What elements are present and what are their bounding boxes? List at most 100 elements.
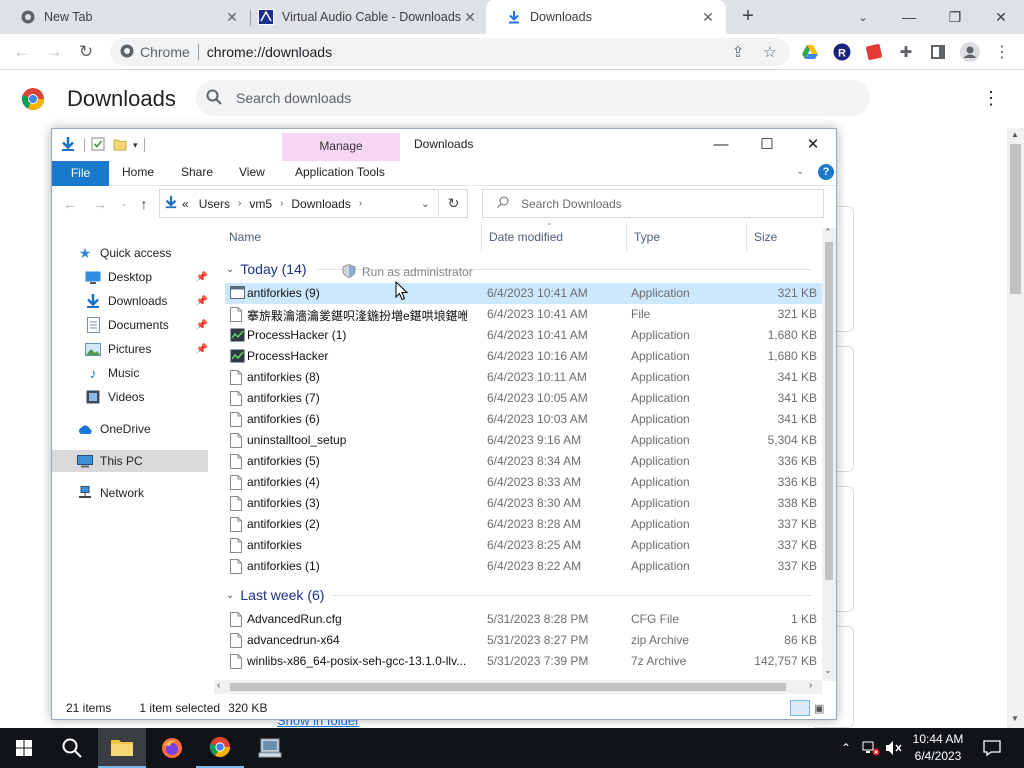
notifications-icon[interactable]	[980, 728, 1004, 768]
recent-locations-icon[interactable]: ⌄	[114, 198, 134, 209]
address-bar[interactable]: Chrome chrome://downloads	[110, 38, 790, 66]
large-icons-view-icon[interactable]: ▣	[814, 702, 824, 715]
nav-network[interactable]: Network	[76, 482, 216, 504]
minimize-button[interactable]: —	[698, 129, 744, 159]
show-hidden-icons-icon[interactable]: ⌃	[838, 728, 854, 768]
nav-desktop[interactable]: Desktop 📌	[84, 266, 208, 288]
column-header-date[interactable]: Date modified ⌄	[482, 222, 627, 252]
nav-videos[interactable]: Videos	[84, 386, 208, 408]
downloads-search-input[interactable]: Search downloads	[196, 80, 870, 116]
file-row[interactable]: antiforkies (8) 6/4/2023 10:11 AM Applicat…	[225, 367, 822, 388]
chrome-menu-icon[interactable]: ⋮	[992, 42, 1012, 62]
pin-icon[interactable]: 📌	[196, 272, 208, 283]
scroll-down-icon[interactable]: ▼	[1011, 714, 1019, 723]
firefox-icon[interactable]	[148, 728, 196, 768]
new-tab-button[interactable]: +	[738, 6, 758, 27]
tab-new-tab[interactable]: New Tab ✕	[0, 0, 250, 34]
extension-red-icon[interactable]	[864, 42, 884, 62]
file-row[interactable]: 搴旂敤瀹濇瀹夎鍖呮湰鍦扮増e鍖哄埌鍖咃 6/4/2023 10:41 AM File…	[225, 304, 822, 325]
breadcrumb-overflow[interactable]: «	[182, 197, 189, 211]
refresh-button[interactable]: ↻	[440, 189, 468, 218]
breadcrumb-vm5[interactable]: vm5	[249, 197, 272, 211]
back-button[interactable]: ←	[10, 40, 34, 64]
file-row[interactable]: antiforkies (1) 6/4/2023 8:22 AM Applicati…	[225, 556, 822, 577]
system-clock[interactable]: 10:44 AM 6/4/2023	[904, 731, 972, 765]
file-row[interactable]: antiforkies (4) 6/4/2023 8:33 AM Applicati…	[225, 472, 822, 493]
chevron-right-icon[interactable]: ›	[238, 198, 241, 209]
nav-documents[interactable]: Documents 📌	[84, 314, 208, 336]
breadcrumb[interactable]: « Users › vm5 › Downloads › ⌄	[159, 189, 439, 218]
chrome-taskbar-icon[interactable]	[196, 728, 244, 768]
file-row[interactable]: ProcessHacker (1) 6/4/2023 10:41 AM Applic…	[225, 325, 822, 346]
chevron-right-icon[interactable]: ›	[280, 198, 283, 209]
google-drive-icon[interactable]	[800, 42, 820, 62]
nav-this-pc[interactable]: This PC	[52, 450, 208, 472]
breadcrumb-downloads[interactable]: Downloads	[291, 197, 350, 211]
close-icon[interactable]: ✕	[700, 9, 716, 25]
tab-application-tools[interactable]: Application Tools	[295, 165, 385, 179]
scroll-down-icon[interactable]: ⌄	[824, 665, 832, 676]
nav-quick-access[interactable]: ★ Quick access	[76, 242, 216, 264]
side-panel-icon[interactable]	[928, 42, 948, 62]
file-row[interactable]: antiforkies (9) 6/4/2023 10:41 AM Applicat…	[225, 283, 822, 304]
network-manager-taskbar-icon[interactable]	[246, 728, 294, 768]
extensions-puzzle-icon[interactable]: ✚	[896, 42, 916, 62]
chevron-right-icon[interactable]: ›	[359, 198, 362, 209]
new-folder-icon[interactable]	[113, 137, 127, 154]
group-header-today[interactable]: ⌄ Today (14)	[222, 258, 822, 280]
scroll-right-icon[interactable]: ›	[809, 680, 812, 691]
nav-music[interactable]: ♪ Music	[84, 362, 208, 384]
column-header-size[interactable]: Size	[747, 222, 822, 252]
more-options-icon[interactable]: ⋮	[982, 88, 1000, 108]
file-row[interactable]: AdvancedRun.cfg 5/31/2023 8:28 PM CFG File…	[225, 609, 822, 630]
customize-qa-icon[interactable]: ▾	[133, 140, 138, 151]
properties-icon[interactable]	[91, 137, 105, 154]
file-row[interactable]: antiforkies 6/4/2023 8:25 AM Application 33…	[225, 535, 822, 556]
search-icon[interactable]	[48, 728, 96, 768]
column-header-type[interactable]: Type	[627, 222, 747, 252]
pin-icon[interactable]: 📌	[196, 296, 208, 307]
chevron-down-icon[interactable]: ⌄	[421, 197, 430, 210]
forward-button[interactable]: →	[42, 40, 66, 64]
file-row[interactable]: antiforkies (5) 6/4/2023 8:34 AM Applicati…	[225, 451, 822, 472]
scroll-left-icon[interactable]: ‹	[217, 680, 220, 691]
nav-onedrive[interactable]: OneDrive	[76, 418, 216, 440]
tab-virtual-audio-cable[interactable]: Virtual Audio Cable - Downloads ✕	[238, 0, 488, 34]
tab-home[interactable]: Home	[122, 165, 154, 179]
nav-downloads[interactable]: Downloads 📌	[84, 290, 208, 312]
scrollbar-thumb[interactable]	[230, 683, 786, 691]
restore-button[interactable]: ❐	[932, 0, 978, 34]
forward-button[interactable]: →	[90, 196, 110, 212]
start-button[interactable]	[0, 728, 48, 768]
tab-search-icon[interactable]: ⌄	[840, 0, 886, 34]
nav-pictures[interactable]: Pictures 📌	[84, 338, 208, 360]
scroll-up-icon[interactable]: ⌃	[824, 227, 832, 238]
file-row[interactable]: advancedrun-x64 5/31/2023 8:27 PM zip Arch…	[225, 630, 822, 651]
close-icon[interactable]: ✕	[462, 9, 478, 25]
scrollbar-thumb[interactable]	[825, 242, 833, 580]
bookmark-star-icon[interactable]: ☆	[760, 42, 780, 62]
close-button[interactable]: ✕	[790, 129, 836, 159]
profile-avatar-icon[interactable]	[960, 42, 980, 62]
page-scrollbar[interactable]: ▲ ▼	[1007, 128, 1024, 728]
share-icon[interactable]: ⇪	[728, 42, 748, 62]
up-button[interactable]: ↑	[134, 196, 154, 212]
search-input[interactable]: Search Downloads	[482, 189, 824, 218]
extension-r-icon[interactable]: R	[832, 42, 852, 62]
pin-icon[interactable]: 📌	[196, 344, 208, 355]
tab-share[interactable]: Share	[181, 165, 213, 179]
file-row[interactable]: ProcessHacker 6/4/2023 10:16 AM Applicatio…	[225, 346, 822, 367]
breadcrumb-users[interactable]: Users	[199, 197, 230, 211]
file-list-horizontal-scrollbar[interactable]: ‹ ›	[214, 680, 822, 694]
group-header-last-week[interactable]: ⌄ Last week (6)	[222, 584, 822, 606]
file-row[interactable]: antiforkies (6) 6/4/2023 10:03 AM Applicat…	[225, 409, 822, 430]
help-icon[interactable]: ?	[818, 164, 834, 180]
expand-ribbon-icon[interactable]: ⌄	[796, 166, 804, 177]
file-row[interactable]: winlibs-x86_64-posix-seh-gcc-13.1.0-llv.…	[225, 651, 822, 672]
tab-downloads[interactable]: Downloads ✕	[486, 0, 726, 34]
scroll-up-icon[interactable]: ▲	[1011, 130, 1019, 139]
reload-button[interactable]: ↻	[74, 40, 98, 64]
file-row[interactable]: uninstalltool_setup 6/4/2023 9:16 AM Appli…	[225, 430, 822, 451]
scrollbar-thumb[interactable]	[1010, 144, 1021, 294]
tab-view[interactable]: View	[239, 165, 265, 179]
